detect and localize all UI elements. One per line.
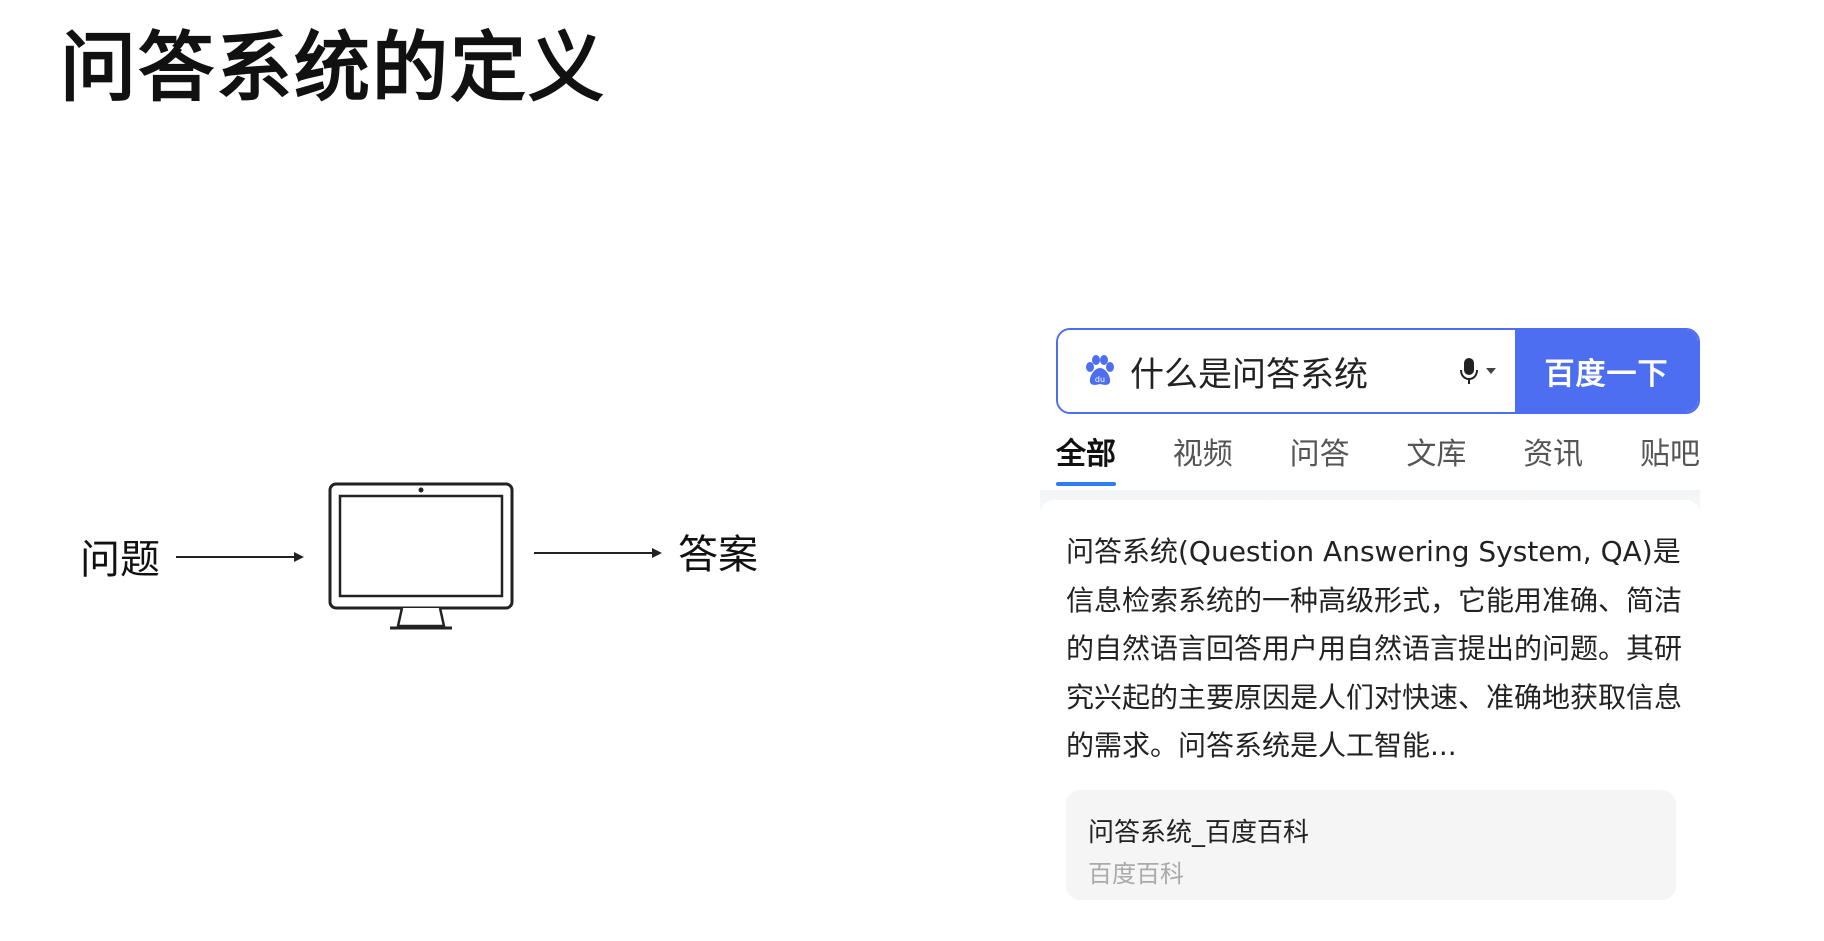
tab-label: 资讯: [1523, 437, 1584, 472]
tab-news[interactable]: 资讯: [1523, 436, 1583, 486]
source-site: 百度百科: [1088, 860, 1184, 888]
tab-library[interactable]: 文库: [1406, 436, 1466, 486]
result-snippet: 问答系统(Question Answering System, QA)是信息检索…: [1066, 535, 1683, 762]
baidu-paw-icon: du: [1086, 355, 1114, 385]
result-tabs: 全部 视频 问答 文库 资讯 贴吧: [1056, 436, 1700, 486]
arrow-to-computer: [176, 552, 304, 562]
tab-label: 问答: [1289, 437, 1350, 472]
search-input[interactable]: du 什么是问答系统: [1058, 330, 1515, 412]
question-label: 问题: [80, 537, 160, 583]
search-panel: du 什么是问答系统 百度一下 全部 视频 问答 文库 资讯 贴吧 问答系统(Q…: [1040, 320, 1700, 941]
qa-diagram: 问题 答案: [0, 0, 900, 941]
monitor-icon: [328, 482, 514, 630]
tab-tieba[interactable]: 贴吧: [1640, 436, 1700, 486]
tab-label: 视频: [1172, 437, 1233, 472]
tab-label: 全部: [1056, 437, 1116, 472]
slide: 问答系统的定义 问题 答案 du 什么是问答系统 百度一下 全部 视频 问答 文…: [0, 0, 1824, 941]
chevron-down-icon: [1486, 368, 1496, 374]
tab-label: 贴吧: [1639, 437, 1700, 472]
arrow-to-answer: [534, 548, 662, 558]
tab-label: 文库: [1406, 437, 1467, 472]
source-title: 问答系统_百度百科: [1088, 818, 1310, 848]
result-card[interactable]: 问答系统(Question Answering System, QA)是信息检索…: [1040, 500, 1700, 941]
microphone-icon: [1460, 358, 1478, 384]
voice-search-button[interactable]: [1459, 356, 1497, 386]
source-link[interactable]: 问答系统_百度百科 百度百科: [1066, 790, 1676, 900]
svg-text:du: du: [1095, 375, 1105, 384]
search-button[interactable]: 百度一下: [1515, 330, 1698, 412]
answer-label: 答案: [678, 532, 758, 578]
active-tab-indicator: [1056, 482, 1116, 486]
tab-qa[interactable]: 问答: [1290, 436, 1350, 486]
tab-all[interactable]: 全部: [1056, 436, 1116, 486]
tab-video[interactable]: 视频: [1173, 436, 1233, 486]
search-query-text: 什么是问答系统: [1130, 354, 1368, 395]
result-area: 问答系统(Question Answering System, QA)是信息检索…: [1040, 490, 1700, 941]
search-box: du 什么是问答系统 百度一下: [1056, 328, 1700, 414]
